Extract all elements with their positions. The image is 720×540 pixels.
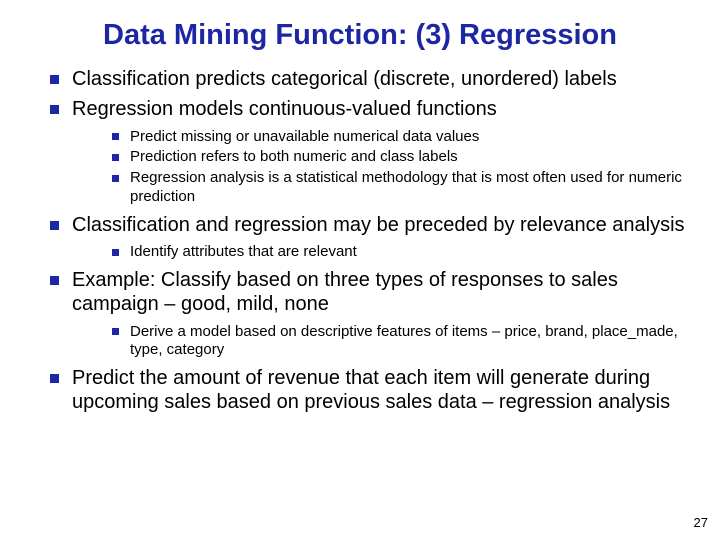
list-item: Predict missing or unavailable numerical…: [112, 128, 688, 147]
list-item: Predict the amount of revenue that each …: [50, 366, 688, 415]
sub-list: Predict missing or unavailable numerical…: [72, 128, 688, 207]
slide: Data Mining Function: (3) Regression Cla…: [0, 0, 720, 540]
list-item: Classification predicts categorical (dis…: [50, 67, 688, 91]
bullet-text: Example: Classify based on three types o…: [72, 269, 618, 315]
sub-text: Predict missing or unavailable numerical…: [130, 128, 479, 145]
list-item: Identify attributes that are relevant: [112, 243, 688, 262]
sub-text: Derive a model based on descriptive feat…: [130, 323, 678, 359]
sub-text: Identify attributes that are relevant: [130, 243, 357, 260]
list-item: Prediction refers to both numeric and cl…: [112, 148, 688, 167]
sub-list: Identify attributes that are relevant: [72, 243, 688, 262]
bullet-text: Regression models continuous-valued func…: [72, 98, 497, 120]
sub-text: Regression analysis is a statistical met…: [130, 169, 682, 205]
list-item: Example: Classify based on three types o…: [50, 268, 688, 360]
list-item: Classification and regression may be pre…: [50, 213, 688, 262]
bullet-list: Classification predicts categorical (dis…: [32, 67, 688, 415]
sub-list: Derive a model based on descriptive feat…: [72, 323, 688, 361]
list-item: Derive a model based on descriptive feat…: [112, 323, 688, 361]
sub-text: Prediction refers to both numeric and cl…: [130, 148, 458, 165]
bullet-text: Predict the amount of revenue that each …: [72, 367, 670, 413]
page-number: 27: [694, 515, 708, 530]
slide-title: Data Mining Function: (3) Regression: [32, 18, 688, 53]
list-item: Regression analysis is a statistical met…: [112, 169, 688, 207]
list-item: Regression models continuous-valued func…: [50, 97, 688, 206]
bullet-text: Classification predicts categorical (dis…: [72, 68, 617, 90]
bullet-text: Classification and regression may be pre…: [72, 214, 685, 236]
